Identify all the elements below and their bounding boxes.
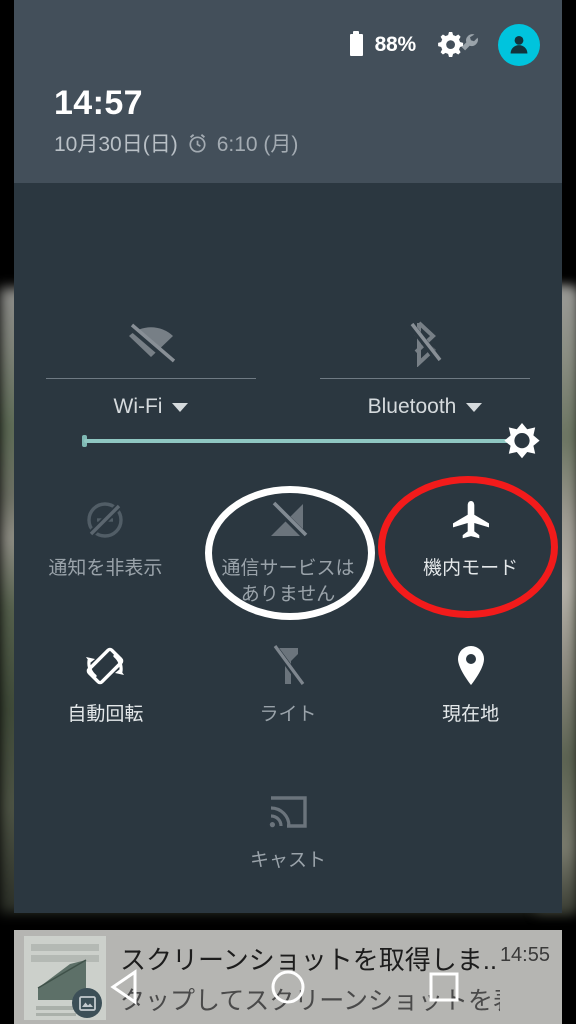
- tile-label: 通信サービスはありません: [221, 558, 355, 605]
- tile-row-2: 自動回転 ライト 現在地: [14, 618, 562, 764]
- alarm-time-label: 6:10 (月): [216, 133, 299, 156]
- notification-text: スクリーンショットを取得しま.. タップしてスクリーンショットを表示しま..: [106, 930, 500, 1024]
- wifi-off-icon: [123, 312, 179, 374]
- tile-label: 機内モード: [423, 558, 519, 579]
- quick-settings-tiles: 通知を非表示 通信サービスはありません 機内モード 自動回転 ライト 現在地 キ…: [14, 472, 562, 910]
- user-avatar[interactable]: [498, 24, 540, 66]
- clock-time[interactable]: 14:57: [54, 84, 143, 123]
- tile-row-3: キャスト: [14, 764, 562, 910]
- tile-do-not-disturb[interactable]: 通知を非表示: [14, 472, 197, 618]
- tile-auto-rotate[interactable]: 自動回転: [14, 618, 197, 764]
- do-not-disturb-icon: [79, 494, 131, 546]
- settings-gear-wrench-icon[interactable]: [434, 28, 480, 62]
- tile-wifi[interactable]: Wi-Fi: [14, 312, 288, 448]
- notification-body: タップしてスクリーンショットを表示しま..: [120, 987, 500, 1015]
- tile-label: 自動回転: [67, 704, 144, 725]
- wifi-label-row[interactable]: Wi-Fi: [114, 395, 189, 419]
- cast-icon: [262, 786, 314, 838]
- bluetooth-label: Bluetooth: [367, 395, 457, 418]
- tile-airplane-mode[interactable]: 機内モード: [379, 472, 562, 618]
- alarm-clock-icon: [189, 133, 206, 153]
- cellular-off-icon: [262, 494, 314, 546]
- quick-settings-panel: 88% 14:57 10月30日(日) 6:10 (月) Wi-Fi Bluet…: [14, 0, 562, 913]
- android-quick-settings-screen: 88% 14:57 10月30日(日) 6:10 (月) Wi-Fi Bluet…: [0, 0, 576, 1024]
- bluetooth-tile-divider: [320, 378, 530, 379]
- tile-row-1: 通知を非表示 通信サービスはありません 機内モード: [14, 472, 562, 618]
- image-icon: [72, 988, 102, 1018]
- wifi-bluetooth-row: Wi-Fi Bluetooth: [14, 312, 562, 448]
- wifi-label: Wi-Fi: [113, 395, 163, 418]
- notification-title: スクリーンショットを取得しま..: [120, 945, 498, 975]
- bluetooth-label-row[interactable]: Bluetooth: [368, 395, 483, 419]
- battery-percent-label: 88%: [374, 33, 417, 56]
- tile-cast[interactable]: キャスト: [197, 764, 380, 910]
- date-alarm-row: 10月30日(日) 6:10 (月): [54, 128, 298, 158]
- tile-cellular[interactable]: 通信サービスはありません: [197, 472, 380, 618]
- tile-bluetooth[interactable]: Bluetooth: [288, 312, 562, 448]
- location-pin-icon: [445, 640, 497, 692]
- tile-label: キャスト: [249, 850, 326, 871]
- notification-time: 14:55: [499, 944, 550, 966]
- tile-label: 現在地: [442, 704, 500, 725]
- tile-location[interactable]: 現在地: [379, 618, 562, 764]
- auto-rotate-icon: [79, 640, 131, 692]
- tile-label: 通知を非表示: [48, 558, 163, 579]
- wifi-tile-divider: [46, 378, 256, 379]
- bluetooth-off-icon: [403, 312, 447, 374]
- date-label: 10月30日(日): [54, 133, 178, 156]
- tile-spacer-right: [379, 764, 562, 910]
- notification-screenshot[interactable]: スクリーンショットを取得しま.. タップしてスクリーンショットを表示しま.. 1…: [14, 930, 562, 1024]
- brightness-slider[interactable]: [14, 183, 562, 459]
- status-bar-row: 88%: [349, 24, 540, 66]
- airplane-mode-icon: [445, 494, 497, 546]
- tile-flashlight[interactable]: ライト: [197, 618, 380, 764]
- flashlight-icon: [262, 640, 314, 692]
- battery-icon: [349, 31, 363, 56]
- tile-label: ライト: [259, 704, 317, 725]
- chevron-down-icon[interactable]: [172, 402, 189, 412]
- tile-spacer-left: [14, 764, 197, 910]
- screenshot-thumbnail: [24, 936, 106, 1020]
- chevron-down-icon[interactable]: [466, 402, 483, 412]
